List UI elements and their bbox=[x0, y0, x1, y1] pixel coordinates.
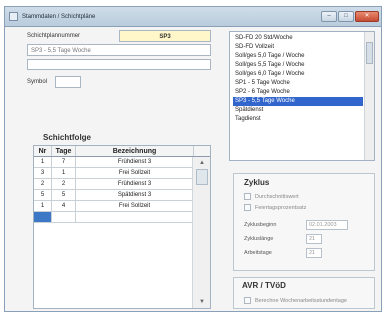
row-selector[interactable] bbox=[34, 212, 52, 222]
schichtfolge-grid[interactable]: Nr Tage Bezeichnung 1 7 Frühdienst 3 3 1… bbox=[33, 145, 211, 309]
table-row[interactable]: 3 1 Frei Sollzeit bbox=[34, 168, 194, 179]
scroll-up-icon[interactable]: ▲ bbox=[197, 159, 207, 167]
column-header-tage[interactable]: Tage bbox=[52, 146, 76, 156]
feiertag-checkbox[interactable] bbox=[244, 204, 251, 211]
close-button[interactable]: ✕ bbox=[355, 11, 379, 22]
feiertag-label: Feiertagsprozentsatz bbox=[255, 205, 307, 211]
cell-nr[interactable]: 1 bbox=[34, 157, 52, 167]
cell-nr[interactable]: 1 bbox=[34, 201, 52, 211]
table-row[interactable]: 5 5 Spätdienst 3 bbox=[34, 190, 194, 201]
cell-tage[interactable]: 4 bbox=[52, 201, 76, 211]
plan-listbox[interactable]: SD-FD 20 Std/Woche SD-FD Vollzeit Soll/g… bbox=[229, 31, 375, 161]
avr-checkbox-label: Berechne Wochenarbeitsstundentage bbox=[255, 298, 347, 304]
listbox-scrollbar[interactable] bbox=[364, 32, 374, 160]
list-item[interactable]: Soll/ges 5,5 Tage / Woche bbox=[233, 61, 363, 70]
zyklusbeginn-field[interactable]: 02.01.2003 bbox=[306, 220, 348, 230]
cell-tage[interactable]: 1 bbox=[52, 168, 76, 178]
table-row[interactable]: 2 2 Frühdienst 3 bbox=[34, 179, 194, 190]
avr-checkbox[interactable] bbox=[244, 297, 251, 304]
plan-number-field[interactable]: SP3 bbox=[119, 30, 211, 42]
table-row[interactable]: 1 4 Frei Sollzeit bbox=[34, 201, 194, 212]
arbeitstage-field[interactable]: 21 bbox=[306, 248, 322, 258]
scroll-thumb[interactable] bbox=[196, 169, 208, 185]
scroll-down-icon[interactable]: ▼ bbox=[197, 298, 207, 306]
zyklusbeginn-label: Zyklusbeginn bbox=[244, 222, 277, 228]
schichtfolge-title: Schichtfolge bbox=[43, 133, 92, 142]
cell-tage[interactable]: 2 bbox=[52, 179, 76, 189]
listbox-scroll-thumb[interactable] bbox=[366, 42, 373, 64]
cell-nr[interactable]: 5 bbox=[34, 190, 52, 200]
list-item[interactable]: SP1 - 5 Tage Woche bbox=[233, 79, 363, 88]
cell-bezeichnung[interactable]: Frei Sollzeit bbox=[76, 201, 194, 211]
maximize-button[interactable]: □ bbox=[338, 11, 354, 22]
list-item-selected[interactable]: SP3 - 5,5 Tage Woche bbox=[233, 97, 363, 106]
cell-tage[interactable]: 7 bbox=[52, 157, 76, 167]
symbol-field[interactable] bbox=[55, 76, 81, 88]
list-item[interactable]: Soll/ges 6,0 Tage / Woche bbox=[233, 70, 363, 79]
grid-header: Nr Tage Bezeichnung bbox=[34, 146, 210, 157]
list-item[interactable]: Tagdienst bbox=[233, 115, 363, 124]
column-header-nr[interactable]: Nr bbox=[34, 146, 52, 156]
zykluslaenge-field[interactable]: 21 bbox=[306, 234, 322, 244]
arbeitstage-label: Arbeitstage bbox=[244, 250, 272, 256]
app-icon bbox=[9, 12, 18, 21]
cell-bezeichnung[interactable]: Frühdienst 3 bbox=[76, 157, 194, 167]
zyklus-frame: Zyklus Durchschnittswert Feiertagsprozen… bbox=[233, 173, 375, 271]
durchschnitt-label: Durchschnittswert bbox=[255, 194, 299, 200]
cell-tage[interactable]: 5 bbox=[52, 190, 76, 200]
list-item[interactable]: Soll/ges 5,0 Tage / Woche bbox=[233, 52, 363, 61]
avr-frame: AVR / TVöD Berechne Wochenarbeitsstunden… bbox=[233, 277, 375, 309]
list-item[interactable]: Spätdienst bbox=[233, 106, 363, 115]
window-content: Schichtplannummer SP3 SP3 - 5,5 Tage Woc… bbox=[5, 27, 381, 311]
main-window: Stammdaten / Schichtpläne – □ ✕ Schichtp… bbox=[4, 6, 382, 312]
window-title: Stammdaten / Schichtpläne bbox=[22, 14, 96, 20]
cell-nr[interactable]: 3 bbox=[34, 168, 52, 178]
durchschnitt-checkbox[interactable] bbox=[244, 193, 251, 200]
list-item[interactable]: SD-FD 20 Std/Woche bbox=[233, 34, 363, 43]
symbol-label: Symbol bbox=[27, 79, 48, 85]
plan-number-label: Schichtplannummer bbox=[27, 33, 81, 39]
zyklus-title: Zyklus bbox=[244, 178, 270, 187]
new-row[interactable] bbox=[34, 212, 194, 223]
cell-bezeichnung[interactable]: Frühdienst 3 bbox=[76, 179, 194, 189]
zykluslaenge-label: Zykluslänge bbox=[244, 236, 274, 242]
column-header-bezeichnung[interactable]: Bezeichnung bbox=[76, 146, 194, 156]
cell-nr[interactable]: 2 bbox=[34, 179, 52, 189]
cell-bezeichnung[interactable]: Frei Sollzeit bbox=[76, 168, 194, 178]
list-item[interactable]: SD-FD Vollzeit bbox=[233, 43, 363, 52]
cell-bezeichnung[interactable]: Spätdienst 3 bbox=[76, 190, 194, 200]
cell-tage[interactable] bbox=[52, 212, 76, 222]
avr-title: AVR / TVöD bbox=[242, 281, 286, 290]
cell-bezeichnung[interactable] bbox=[76, 212, 194, 222]
grid-scrollbar[interactable]: ▲ ▼ bbox=[192, 157, 210, 308]
list-item[interactable]: SP2 - 6 Tage Woche bbox=[233, 88, 363, 97]
title-bar: Stammdaten / Schichtpläne – □ ✕ bbox=[5, 7, 381, 27]
table-row[interactable]: 1 7 Frühdienst 3 bbox=[34, 157, 194, 168]
plan-name-field[interactable]: SP3 - 5,5 Tage Woche bbox=[27, 44, 211, 56]
plan-extra-field[interactable] bbox=[27, 59, 211, 70]
minimize-button[interactable]: – bbox=[321, 11, 337, 22]
